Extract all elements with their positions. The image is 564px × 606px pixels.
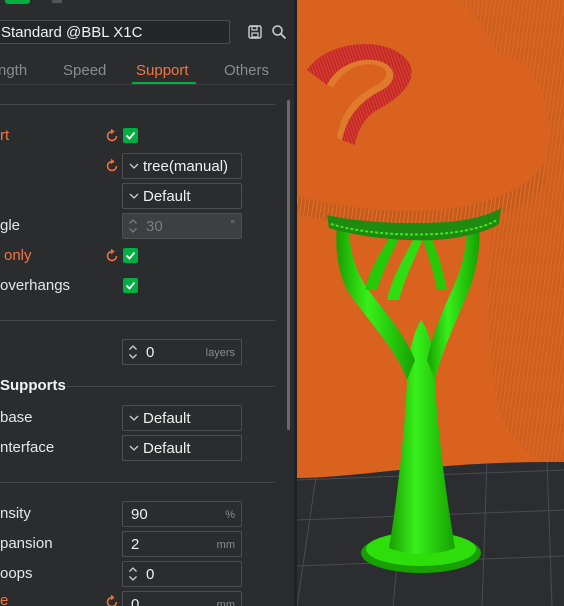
density-value: 90 (131, 506, 148, 523)
bottom-field-value: 0 (131, 596, 140, 606)
reset-icon[interactable] (105, 595, 119, 606)
chevron-down-icon (129, 193, 139, 199)
supports-section-title: Supports (0, 377, 66, 394)
density-unit: % (225, 509, 235, 521)
base-pattern-value: Default (143, 410, 191, 427)
threshold-angle-unit: ° (230, 219, 235, 231)
expansion-unit: mm (216, 539, 235, 551)
interface-pattern-select[interactable]: Default (122, 435, 242, 461)
raft-layers-input[interactable]: 0 layers (122, 339, 242, 365)
expansion-label: pansion (0, 535, 53, 552)
settings-tabs: ngth Speed Support Others (0, 60, 297, 84)
interface-pattern-value: Default (143, 440, 191, 457)
save-icon[interactable] (247, 24, 263, 40)
expansion-input[interactable]: 2 mm (122, 531, 242, 557)
tab-speed[interactable]: Speed (63, 62, 106, 79)
active-indicator (5, 0, 30, 4)
section-divider (0, 320, 275, 321)
section-title-rule (66, 386, 275, 387)
section-divider (0, 482, 275, 483)
reset-icon[interactable] (105, 129, 119, 143)
top-strip (0, 0, 297, 4)
raft-layers-value: 0 (146, 344, 155, 361)
base-pattern-select[interactable]: Default (122, 405, 242, 431)
support-type-value: tree(manual) (143, 158, 229, 175)
chevron-down-icon (129, 163, 139, 169)
strip-marker (52, 0, 62, 3)
reset-icon[interactable] (105, 249, 119, 263)
small-overhangs-label: overhangs (0, 277, 71, 294)
raft-layers-unit: layers (205, 347, 235, 359)
reset-icon[interactable] (105, 159, 119, 173)
3d-viewport[interactable] (297, 0, 564, 606)
process-preset-select[interactable]: Standard @BBL X1C (0, 20, 230, 44)
panel-scrollbar[interactable] (287, 100, 290, 430)
bottom-field-unit: mm (216, 599, 235, 606)
interface-pattern-label: nterface (0, 439, 55, 456)
bottom-field-label: e (0, 592, 9, 606)
build-plate-only-checkbox[interactable] (123, 248, 138, 263)
loops-value: 0 (146, 566, 155, 583)
preset-name: Standard @BBL X1C (1, 24, 143, 41)
expansion-value: 2 (131, 536, 140, 553)
viewport-scene[interactable] (297, 0, 564, 606)
threshold-angle-label: gle (0, 217, 21, 234)
chevron-down-icon (129, 415, 139, 421)
tab-others[interactable]: Others (224, 62, 269, 79)
search-icon[interactable] (271, 24, 287, 40)
tab-support[interactable]: Support (136, 62, 189, 79)
chevron-down-icon (129, 445, 139, 451)
tab-strength[interactable]: ngth (0, 62, 27, 79)
enable-support-label: rt (0, 127, 10, 144)
threshold-angle-input[interactable]: 30 ° (122, 213, 242, 239)
small-overhangs-checkbox[interactable] (123, 278, 138, 293)
density-label: nsity (0, 505, 31, 522)
enable-support-checkbox[interactable] (123, 128, 138, 143)
support-style-select[interactable]: Default (122, 183, 242, 209)
section-divider (0, 104, 275, 105)
density-input[interactable]: 90 % (122, 501, 242, 527)
spinner-icon[interactable] (128, 343, 138, 361)
base-pattern-label: base (0, 409, 33, 426)
support-style-value: Default (143, 188, 191, 205)
settings-panel: Standard @BBL X1C ngth Speed Support Oth… (0, 0, 297, 606)
build-plate-only-label: only (4, 247, 32, 264)
loops-label: oops (0, 565, 33, 582)
spinner-icon[interactable] (128, 565, 138, 583)
threshold-angle-value: 30 (146, 218, 163, 235)
bottom-field-input[interactable]: 0 mm (122, 591, 242, 606)
spinner-icon (129, 219, 137, 233)
tab-divider (0, 84, 297, 85)
loops-input[interactable]: 0 (122, 561, 242, 587)
support-type-select[interactable]: tree(manual) (122, 153, 242, 179)
